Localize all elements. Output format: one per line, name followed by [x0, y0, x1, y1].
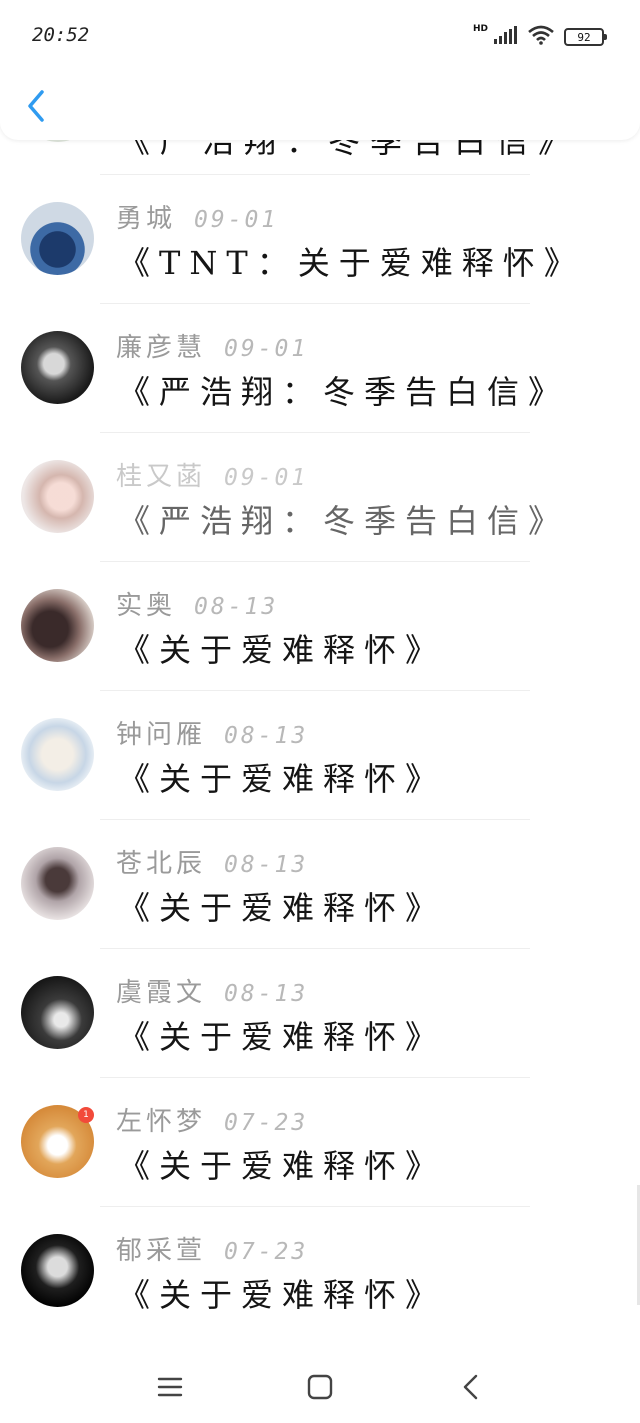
list-item-title: 《关于爱难释怀》: [118, 760, 447, 798]
list-item-title: 《关于爱难释怀》: [118, 1147, 447, 1185]
list-item-title: 《关于爱难释怀》: [118, 1018, 447, 1056]
list-item[interactable]: 1 左怀梦 07-23 《关于爱难释怀》: [0, 1077, 640, 1206]
divider: [100, 432, 530, 433]
wifi-icon: [528, 25, 554, 49]
avatar[interactable]: [21, 331, 94, 404]
user-name: 桂又菡: [116, 462, 207, 492]
user-name: 勇城: [116, 204, 177, 234]
menu-icon: [157, 1377, 183, 1396]
date-label: 08-13: [224, 723, 309, 749]
battery-level: 92: [577, 30, 591, 44]
name-line: 廉彦慧 09-01: [116, 327, 308, 364]
name-line: 实奥 08-13: [116, 585, 278, 622]
battery-icon: 92: [564, 28, 607, 46]
divider: [100, 1206, 530, 1207]
user-name: 廉彦慧: [116, 333, 207, 363]
date-label: 09-01: [224, 465, 309, 491]
status-icons: HD 92: [472, 24, 607, 49]
system-nav-bar: [0, 1350, 640, 1423]
divider: [100, 948, 530, 949]
name-line: 虞霞文 08-13: [116, 972, 308, 1009]
avatar[interactable]: [21, 202, 94, 275]
date-label: 08-13: [224, 981, 309, 1007]
top-bar: 20:52 HD 92: [0, 0, 640, 140]
date-label: 07-23: [224, 1110, 309, 1136]
nav-home-button[interactable]: [300, 1367, 340, 1407]
name-line: 郁采萱 07-23: [116, 1230, 308, 1267]
list-item[interactable]: 郁采萱 07-23 《关于爱难释怀》: [0, 1206, 640, 1335]
back-button[interactable]: [18, 84, 54, 128]
user-name: 钟问雁: [116, 720, 207, 750]
name-line: 钟问雁 08-13: [116, 714, 308, 751]
hd-label: HD: [472, 24, 488, 34]
name-line: 桂又菡 09-01: [116, 456, 308, 493]
avatar[interactable]: [21, 718, 94, 791]
list-item[interactable]: 廉彦慧 09-01 《严浩翔：冬季告白信》: [0, 303, 640, 432]
signal-icon: [494, 26, 518, 48]
unread-badge: 1: [78, 1107, 94, 1123]
date-label: 09-01: [194, 207, 279, 233]
avatar[interactable]: [21, 589, 94, 662]
list-item[interactable]: 钟问雁 08-13 《关于爱难释怀》: [0, 690, 640, 819]
list-item[interactable]: 虞霞文 08-13 《关于爱难释怀》: [0, 948, 640, 1077]
avatar[interactable]: [21, 460, 94, 533]
divider: [100, 819, 530, 820]
divider: [100, 303, 530, 304]
list-item-title: 《严浩翔：冬季告白信》: [118, 373, 570, 411]
avatar[interactable]: [21, 847, 94, 920]
list-item-title: 《关于爱难释怀》: [118, 631, 447, 669]
divider: [100, 690, 530, 691]
home-square-icon: [307, 1374, 333, 1399]
list-item-title: 《严浩翔：冬季告白信》: [118, 502, 570, 540]
user-name: 苍北辰: [116, 849, 207, 879]
date-label: 08-13: [194, 594, 279, 620]
divider: [100, 174, 530, 175]
list-item[interactable]: 苍北辰 08-13 《关于爱难释怀》: [0, 819, 640, 948]
list-item[interactable]: 桂又菡 09-01 《严浩翔：冬季告白信》: [0, 432, 640, 561]
name-line: 苍北辰 08-13: [116, 843, 308, 880]
user-name: 虞霞文: [116, 978, 207, 1008]
name-line: 左怀梦 07-23: [116, 1101, 308, 1138]
date-label: 07-23: [224, 1239, 309, 1265]
date-label: 09-01: [224, 336, 309, 362]
status-time: 20:52: [32, 24, 90, 46]
list-item[interactable]: 勇城 09-01 《TNT：关于爱难释怀》: [0, 174, 640, 303]
divider: [100, 561, 530, 562]
user-name: 郁采萱: [116, 1236, 207, 1266]
name-line: 勇城 09-01: [116, 198, 278, 235]
date-label: 08-13: [224, 852, 309, 878]
avatar[interactable]: [21, 1234, 94, 1307]
user-name: 左怀梦: [116, 1107, 207, 1137]
list-item-title: 《关于爱难释怀》: [118, 1276, 447, 1314]
nav-back-button[interactable]: [450, 1367, 490, 1407]
back-triangle-icon: [463, 1374, 478, 1399]
nav-menu-button[interactable]: [150, 1367, 190, 1407]
list-item-title: 《关于爱难释怀》: [118, 889, 447, 927]
user-name: 实奥: [116, 591, 177, 621]
back-arrow-icon: [28, 90, 44, 122]
divider: [100, 1077, 530, 1078]
list-item[interactable]: 实奥 08-13 《关于爱难释怀》: [0, 561, 640, 690]
list-item-title: 《TNT：关于爱难释怀》: [118, 244, 585, 282]
avatar[interactable]: [21, 976, 94, 1049]
